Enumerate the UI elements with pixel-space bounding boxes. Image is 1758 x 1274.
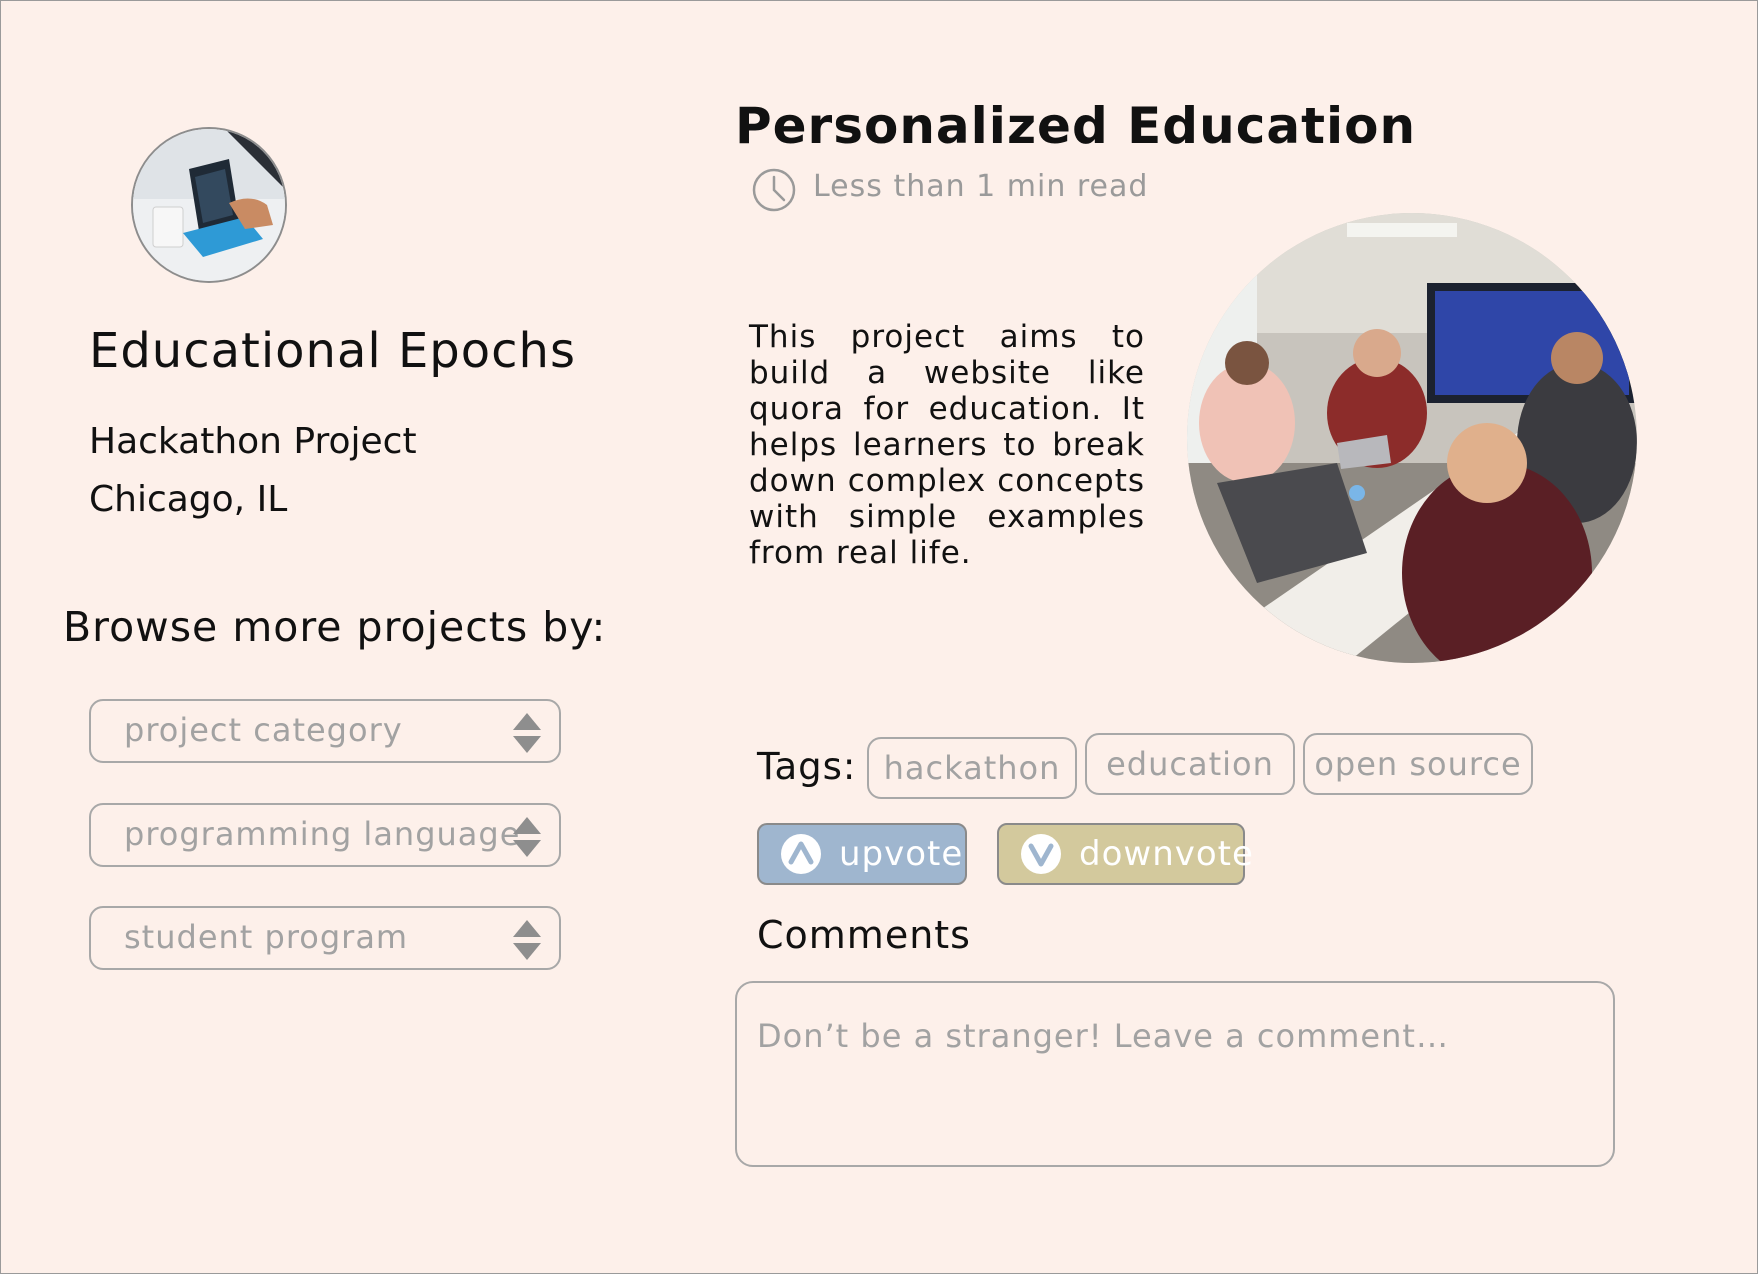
organization-location: Chicago, IL	[89, 479, 288, 520]
filter-programming-language[interactable]: programming language	[89, 803, 561, 867]
tag-education[interactable]: education	[1085, 733, 1295, 795]
laptop-photo	[133, 129, 285, 281]
read-time: Less than 1 min read	[813, 169, 1149, 204]
upvote-button[interactable]: upvote	[757, 823, 967, 885]
spinner-arrows-icon	[513, 817, 541, 857]
tag-hackathon[interactable]: hackathon	[867, 737, 1077, 799]
comments-heading: Comments	[757, 913, 971, 957]
downvote-chevron-icon	[1021, 834, 1061, 874]
spinner-arrows-icon	[513, 713, 541, 753]
filter-label: project category	[124, 711, 403, 749]
tag-open-source[interactable]: open source	[1303, 733, 1533, 795]
upvote-label: upvote	[839, 834, 964, 874]
browse-heading: Browse more projects by:	[63, 603, 607, 651]
comment-input[interactable]	[735, 981, 1615, 1167]
team-meeting-photo	[1187, 213, 1637, 663]
organization-avatar	[131, 127, 287, 283]
downvote-button[interactable]: downvote	[997, 823, 1253, 885]
filter-label: student program	[124, 918, 409, 956]
spinner-arrows-icon	[513, 920, 541, 960]
tags-label: Tags:	[757, 745, 857, 788]
clock-icon	[752, 168, 796, 212]
downvote-label: downvote	[1079, 834, 1254, 874]
filter-project-category[interactable]: project category	[89, 699, 561, 763]
filter-label: programming language	[124, 815, 521, 853]
organization-name: Educational Epochs	[89, 323, 576, 379]
filter-student-program[interactable]: student program	[89, 906, 561, 970]
upvote-chevron-icon	[781, 834, 821, 874]
team-photo	[1187, 213, 1637, 663]
organization-type: Hackathon Project	[89, 421, 417, 462]
project-page: Educational Epochs Hackathon Project Chi…	[0, 0, 1758, 1274]
post-description: This project aims to build a website lik…	[749, 319, 1145, 571]
post-title: Personalized Education	[735, 97, 1417, 155]
